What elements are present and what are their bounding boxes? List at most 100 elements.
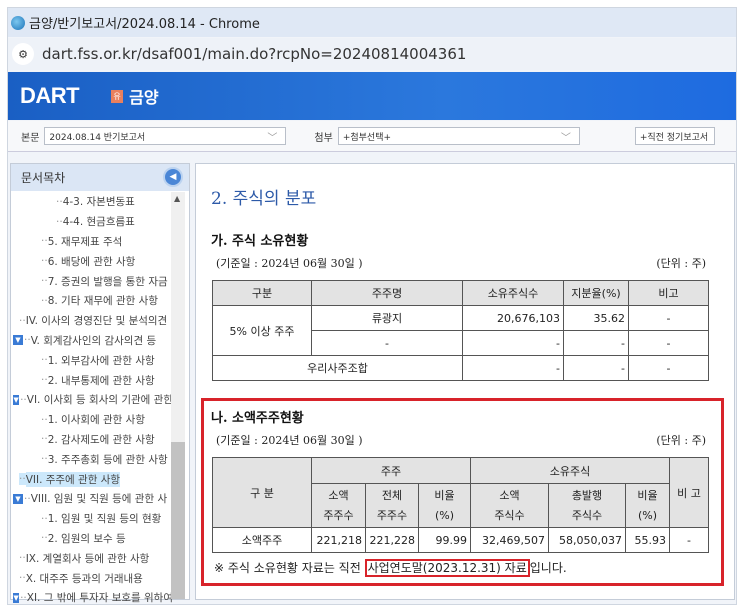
toc-item[interactable]: ▼ ·· VI. 이사회 등 회사의 기관에 관한 <box>11 390 173 410</box>
attach-label: 첨부 <box>314 132 333 144</box>
base-date: (기준일 : 2024년 06월 30일 ) <box>216 257 363 270</box>
toc-item[interactable]: ·· 1. 이사회에 관한 사항 <box>11 410 173 430</box>
footnote-highlight: 사업연도말(2023.12.31) 자료 <box>364 559 530 577</box>
toc-item-label: IX. 계열회사 등에 관한 사항 <box>25 552 150 565</box>
toc-item[interactable]: ·· 7. 증권의 발행을 통한 자금 <box>11 271 173 291</box>
company-badge: 유 <box>111 89 124 103</box>
toc-item[interactable]: ▼ ·· XI. 그 밖에 투자자 보호를 위하여 <box>11 588 173 608</box>
toc-item-label: 2. 임원의 보수 등 <box>47 532 126 545</box>
collapse-sidebar-icon[interactable]: ◀ <box>163 167 183 187</box>
cell: - <box>462 330 564 356</box>
toc-item[interactable]: ▼ ·· V. 회계감사인의 감사의견 등 <box>11 331 173 351</box>
cell: - <box>669 527 709 553</box>
toc-item-label: 2. 감사제도에 관한 사항 <box>47 433 155 446</box>
company-name: 금양 <box>129 88 159 107</box>
cell: 99.99 <box>418 527 471 553</box>
expand-icon[interactable]: ▼ <box>13 493 23 504</box>
toc-scrollbar[interactable]: ▲ <box>171 192 185 599</box>
cell: - <box>628 355 709 381</box>
toc-title: 문서목차 <box>21 171 66 185</box>
toc-item[interactable]: ·· 2. 내부통제에 관한 사항 <box>11 370 173 390</box>
toc-item-label: XI. 그 밖에 투자자 보호를 위하여 <box>26 592 173 605</box>
col-header: 비 고 <box>669 457 709 528</box>
toc-item-label: 2. 내부통제에 관한 사항 <box>47 374 155 387</box>
col-header: 비고 <box>628 280 709 306</box>
toc-item-label: 4-3. 자본변동표 <box>62 196 135 209</box>
toc-item-label: X. 대주주 등과의 거래내용 <box>25 572 143 585</box>
prev-report-select[interactable]: +직전 정기보고서 <box>634 127 715 145</box>
col-header: 구 분 <box>212 457 312 528</box>
scrollbar-thumb[interactable] <box>171 442 185 599</box>
chevron-down-icon: ﹀ <box>560 133 571 144</box>
toc-item[interactable]: ·· VII. 주주에 관한 사항 <box>11 469 173 489</box>
toc-item[interactable]: ·· IX. 계열회사 등에 관한 사항 <box>11 548 173 568</box>
cell: 32,469,507 <box>470 527 549 553</box>
section-a-meta: (기준일 : 2024년 06월 30일 ) (단위 : 주) <box>216 255 706 271</box>
toc-item[interactable]: ·· 8. 기타 재무에 관한 사항 <box>11 291 173 311</box>
col-subheader: 비율 (%) <box>625 483 670 528</box>
toc-item[interactable]: ·· 1. 임원 및 직원 등의 현황 <box>11 509 173 529</box>
section-b-heading: 나. 소액주주현황 <box>211 411 304 426</box>
minority-shareholders-table: 구 분 주주 소유주식 비 고 소액 주주수 전체 주주수 비율 (%) 소액 주식수 총발행… <box>212 457 709 553</box>
col-header: 구분 <box>212 280 312 306</box>
main-doc-select[interactable]: 2024.08.14 반기보고서 ﹀ <box>44 127 287 145</box>
col-subheader: 소액 주식수 <box>470 483 549 528</box>
toc-item[interactable]: ·· X. 대주주 등과의 거래내용 <box>11 568 173 588</box>
toc-item[interactable]: ·· 5. 재무제표 주석 <box>11 232 173 252</box>
expand-icon[interactable]: ▼ <box>13 335 23 346</box>
toc-item[interactable]: ·· 1. 외부감사에 관한 사항 <box>11 350 173 370</box>
toc-tree: ·· 4-3. 자본변동표 ·· 4-4. 현금흐름표 ·· 5. 재무제표 주석 ·· 6.… <box>11 192 173 608</box>
toc-item[interactable]: ▼ ·· VIII. 임원 및 직원 등에 관한 사 <box>11 489 173 509</box>
toc-header: 문서목차 ◀ <box>11 164 189 191</box>
toc-item-label: IV. 이사의 경영진단 및 분석의견 <box>25 315 168 328</box>
address-bar[interactable]: ⚙ dart.fss.or.kr/dsaf001/main.do?rcpNo=20… <box>8 38 736 70</box>
toc-item[interactable]: ·· 2. 감사제도에 관한 사항 <box>11 430 173 450</box>
toc-item[interactable]: ·· IV. 이사의 경영진단 및 분석의견 <box>11 311 173 331</box>
table-row: 5% 이상 주주 류광지 20,676,103 35.62- <box>212 305 709 356</box>
table-row: 소액주주 221,218 221,228 99.99 32,469,507 58,050,… <box>212 527 709 553</box>
dart-header: DART 유 금양 <box>8 72 736 120</box>
main-doc-label: 본문 <box>21 132 40 144</box>
cell: 류광지 <box>311 305 463 331</box>
toc-item-label: 1. 외부감사에 관한 사항 <box>47 354 155 367</box>
expand-icon[interactable]: ▼ <box>13 592 20 603</box>
unit-label: (단위 : 주) <box>656 257 706 270</box>
col-header: 주주 <box>311 457 471 484</box>
toc-item-label: 7. 증권의 발행을 통한 자금 <box>47 275 168 288</box>
toc-item-label: V. 회계감사인의 감사의견 등 <box>30 334 157 347</box>
document-select-row: 본문 2024.08.14 반기보고서 ﹀ 첨부 +첨부선택+ ﹀ +직전 정기보고… <box>8 121 736 152</box>
toc-item-label: 8. 기타 재무에 관한 사항 <box>47 295 158 308</box>
major-shareholders-table: 구분 주주명 소유주식수 지분율(%) 비고 5% 이상 주주 류광지 20,676,103… <box>212 280 709 381</box>
cell: - <box>462 355 564 381</box>
toc-item[interactable]: ·· 4-4. 현금흐름표 <box>11 212 173 232</box>
scroll-up-icon[interactable]: ▲ <box>174 194 180 203</box>
col-subheader: 총발행 주식수 <box>548 483 626 528</box>
toc-sidebar: 문서목차 ◀ ·· 4-3. 자본변동표 ·· 4-4. 현금흐름표 ·· 5. 재무제표 … <box>10 163 190 604</box>
toc-item[interactable]: ·· 4-3. 자본변동표 <box>11 192 173 212</box>
dart-logo[interactable]: DART <box>20 83 80 109</box>
cell: 35.62 <box>563 305 629 331</box>
site-settings-icon[interactable]: ⚙ <box>12 43 34 65</box>
expand-icon[interactable]: ▼ <box>13 394 20 405</box>
url-text[interactable]: dart.fss.or.kr/dsaf001/main.do?rcpNo=202… <box>42 45 466 63</box>
toc-item[interactable]: ·· 3. 주주총회 등에 관한 사항 <box>11 449 173 469</box>
chrome-app-icon <box>11 15 25 30</box>
table-row: 우리사주조합 - - - <box>212 355 709 381</box>
col-subheader: 전체 주주수 <box>365 483 419 528</box>
cell: 우리사주조합 <box>212 355 463 381</box>
toc-item[interactable]: ·· 2. 임원의 보수 등 <box>11 529 173 549</box>
prev-report-value: +직전 정기보고서 <box>639 132 709 143</box>
col-header: 소유주식수 <box>462 280 564 306</box>
footnote-text: 입니다. <box>529 561 567 575</box>
chevron-down-icon: ﹀ <box>267 133 278 144</box>
section-b-meta: (기준일 : 2024년 06월 30일 ) (단위 : 주) <box>216 432 706 448</box>
cell: 55.93 <box>625 527 670 553</box>
group-cell: 5% 이상 주주 <box>212 305 312 356</box>
attach-select[interactable]: +첨부선택+ ﹀ <box>337 127 580 145</box>
cell: 58,050,037 <box>548 527 626 553</box>
section-a-heading: 가. 주식 소유현황 <box>211 234 309 249</box>
toc-item[interactable]: ·· 6. 배당에 관한 사항 <box>11 251 173 271</box>
footnote-text: ※ 주식 소유현황 자료는 직전 <box>214 561 365 575</box>
col-subheader: 소액 주주수 <box>311 483 366 528</box>
col-header: 주주명 <box>311 280 463 306</box>
